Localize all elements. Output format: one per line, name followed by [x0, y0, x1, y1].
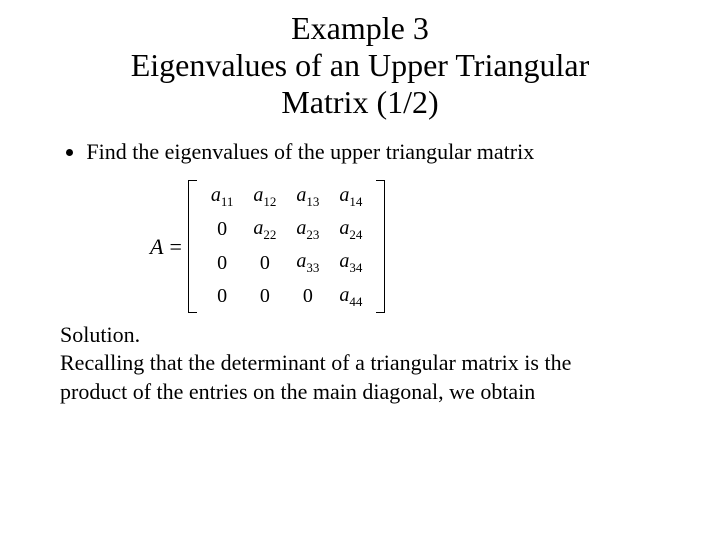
bullet-list: Find the eigenvalues of the upper triang…: [60, 138, 660, 166]
matrix-cell: 0: [201, 213, 244, 246]
matrix-cell: a14: [329, 180, 372, 213]
matrix-cell: a34: [329, 246, 372, 279]
bullet-item: Find the eigenvalues of the upper triang…: [86, 138, 660, 166]
solution-heading: Solution.: [60, 322, 140, 347]
matrix-cell: 0: [201, 246, 244, 279]
matrix-cell: a13: [286, 180, 329, 213]
matrix-cell: a24: [329, 213, 372, 246]
slide: Example 3 Eigenvalues of an Upper Triang…: [0, 0, 720, 540]
matrix-cell: a44: [329, 280, 372, 313]
matrix-row: a11a12a13a14: [201, 180, 373, 213]
matrix-cell: 0: [243, 280, 286, 313]
matrix-row: 0a22a23a24: [201, 213, 373, 246]
matrix-cell: a11: [201, 180, 244, 213]
matrix-grid: a11a12a13a140a22a23a2400a33a34000a44: [201, 180, 373, 313]
matrix-cell: 0: [243, 246, 286, 279]
solution-block: Solution. Recalling that the determinant…: [60, 321, 660, 407]
title-line-3: Matrix (1/2): [281, 84, 438, 120]
bullet-text: Find the eigenvalues of the upper triang…: [86, 139, 534, 164]
title-line-1: Example 3: [291, 10, 429, 46]
matrix-cell: 0: [286, 280, 329, 313]
matrix-cell: a22: [243, 213, 286, 246]
slide-title: Example 3 Eigenvalues of an Upper Triang…: [0, 0, 720, 120]
title-line-2: Eigenvalues of an Upper Triangular: [131, 47, 590, 83]
matrix-lhs: A: [150, 233, 163, 261]
matrix-equation: A = a11a12a13a140a22a23a2400a33a34000a44: [150, 180, 660, 313]
matrix-cell: a12: [243, 180, 286, 213]
matrix-cell: 0: [201, 280, 244, 313]
right-bracket-icon: [376, 180, 385, 313]
solution-line-1: Recalling that the determinant of a tria…: [60, 350, 571, 375]
equals-sign: =: [169, 233, 181, 261]
matrix-row: 000a44: [201, 280, 373, 313]
left-bracket-icon: [188, 180, 197, 313]
matrix-cell: a23: [286, 213, 329, 246]
solution-line-2: product of the entries on the main diago…: [60, 379, 535, 404]
slide-body: Find the eigenvalues of the upper triang…: [0, 120, 720, 406]
matrix-cell: a33: [286, 246, 329, 279]
matrix-row: 00a33a34: [201, 246, 373, 279]
